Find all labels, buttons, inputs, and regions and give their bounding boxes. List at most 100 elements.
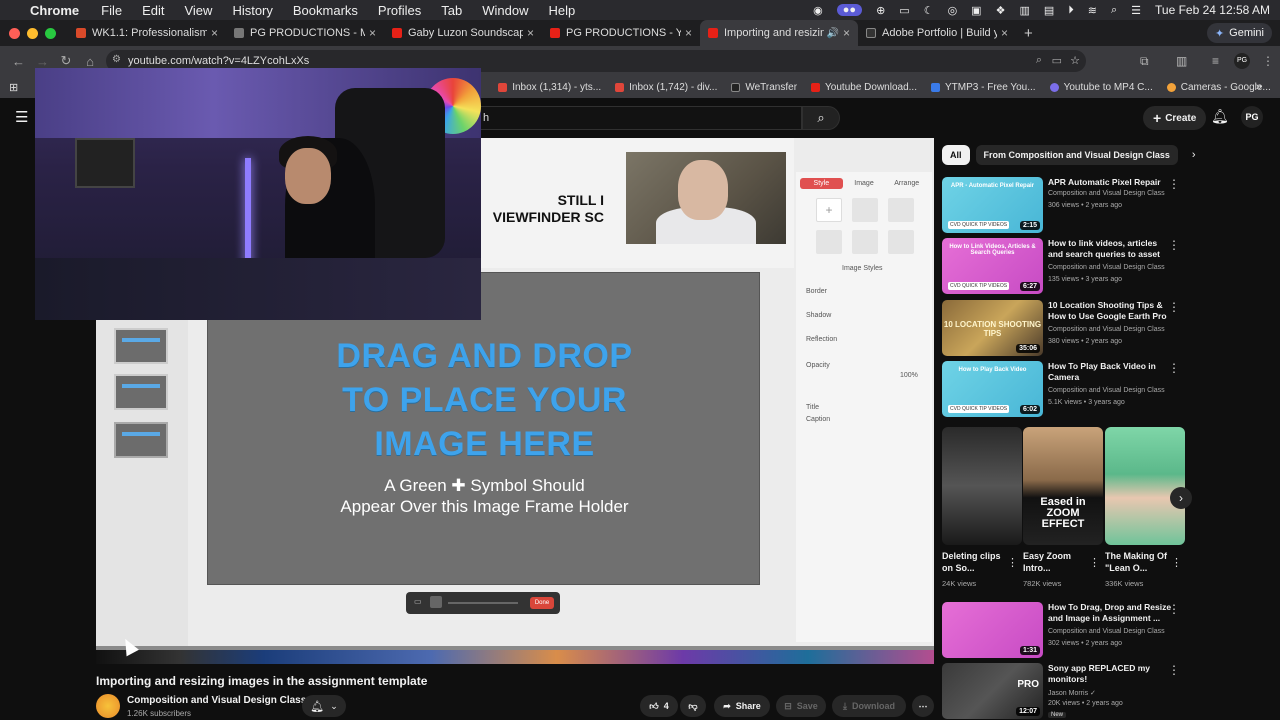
subscription-bell-button[interactable]: 🔔︎ ⌄ bbox=[302, 695, 346, 717]
site-info-icon[interactable]: ⚙ bbox=[112, 54, 121, 65]
more-vertical-icon[interactable]: ⋮ bbox=[1168, 663, 1180, 677]
browser-tab[interactable]: Adobe Portfolio | Build your o× bbox=[858, 20, 1016, 46]
status-icon[interactable]: ▤ bbox=[1044, 4, 1054, 17]
home-icon[interactable]: ⌂ bbox=[84, 54, 96, 69]
menu-window[interactable]: Window bbox=[482, 3, 528, 18]
forward-icon[interactable]: → bbox=[36, 54, 49, 69]
video-thumbnail[interactable]: 1:31 bbox=[942, 602, 1043, 658]
close-tab-icon[interactable]: × bbox=[211, 26, 218, 40]
related-video[interactable]: How to Link Videos, Articles & Search Qu… bbox=[942, 238, 1184, 294]
video-thumbnail[interactable]: 10 LOCATION SHOOTING TIPS 35:06 bbox=[942, 300, 1043, 356]
related-video[interactable]: 1:31 How To Drag, Drop and Resize and Im… bbox=[942, 602, 1184, 658]
status-icon[interactable]: ☾ bbox=[924, 4, 934, 17]
video-progress-bar[interactable] bbox=[96, 650, 934, 664]
menu-profiles[interactable]: Profiles bbox=[378, 3, 421, 18]
search-button[interactable]: ⌕ bbox=[802, 106, 840, 130]
slide-thumbnail[interactable] bbox=[114, 328, 168, 364]
status-icon[interactable]: ⊕ bbox=[876, 4, 885, 17]
menu-tab[interactable]: Tab bbox=[441, 3, 462, 18]
shorts-next-button[interactable]: › bbox=[1170, 487, 1192, 509]
save-button[interactable]: ⊟ Save bbox=[776, 695, 826, 717]
app-menu[interactable]: Chrome bbox=[30, 3, 79, 18]
short-thumbnail[interactable] bbox=[942, 427, 1022, 545]
more-vertical-icon[interactable]: ⋮ bbox=[1089, 556, 1100, 569]
bookmark-item[interactable]: Inbox (1,742) - div... bbox=[615, 82, 717, 93]
more-vertical-icon[interactable]: ⋮ bbox=[1168, 238, 1180, 252]
control-center-icon[interactable]: ☰ bbox=[1131, 4, 1141, 17]
wifi-icon[interactable]: ≋ bbox=[1088, 4, 1097, 17]
short-thumbnail[interactable] bbox=[1105, 427, 1185, 545]
close-tab-icon[interactable]: × bbox=[1001, 26, 1008, 40]
status-pill-icon[interactable]: ●● bbox=[836, 4, 863, 16]
extensions-icon[interactable]: ⧉ bbox=[1140, 54, 1149, 69]
minimize-window-button[interactable] bbox=[27, 27, 38, 39]
bookmark-item[interactable]: YTMP3 - Free You... bbox=[930, 82, 1036, 93]
video-thumbnail[interactable]: APR - Automatic Pixel Repair CVD QUICK TI… bbox=[942, 177, 1043, 233]
menu-edit[interactable]: Edit bbox=[142, 3, 164, 18]
channel-name[interactable]: Composition and Visual Design Class bbox=[127, 695, 306, 706]
datetime[interactable]: Tue Feb 24 12:58 AM bbox=[1155, 3, 1270, 17]
menu-help[interactable]: Help bbox=[549, 3, 576, 18]
video-thumbnail[interactable]: How to Link Videos, Articles & Search Qu… bbox=[942, 238, 1043, 294]
like-button[interactable]: 👍︎ 4 bbox=[640, 695, 678, 717]
video-thumbnail[interactable]: PRO 12:07 bbox=[942, 663, 1043, 719]
related-video[interactable]: PRO 12:07 Sony app REPLACED my monitors! … bbox=[942, 663, 1184, 720]
channel-avatar[interactable] bbox=[96, 694, 120, 718]
more-vertical-icon[interactable]: ⋮ bbox=[1168, 300, 1180, 314]
chevron-right-icon[interactable]: › bbox=[1192, 149, 1196, 161]
share-button[interactable]: ➦ Share bbox=[714, 695, 770, 717]
close-tab-icon[interactable]: × bbox=[527, 26, 534, 40]
hamburger-menu-icon[interactable]: ☰ bbox=[15, 108, 28, 126]
apps-grid-icon[interactable]: ⊞ bbox=[9, 81, 18, 94]
chip-from-channel[interactable]: From Composition and Visual Design Class bbox=[975, 145, 1178, 165]
short-thumbnail[interactable]: Eased in ZOOM EFFECT bbox=[1023, 427, 1103, 545]
status-icon[interactable]: ▭ bbox=[899, 4, 909, 17]
status-icon[interactable]: ◎ bbox=[948, 4, 958, 17]
related-video[interactable]: APR - Automatic Pixel Repair CVD QUICK TI… bbox=[942, 177, 1184, 233]
menu-file[interactable]: File bbox=[101, 3, 122, 18]
new-tab-button[interactable]: + bbox=[1024, 25, 1033, 42]
more-vertical-icon[interactable]: ⋮ bbox=[1168, 177, 1180, 191]
tab-search-icon[interactable]: ≡ bbox=[1212, 54, 1219, 68]
browser-tab[interactable]: PG PRODUCTIONS - My Proje× bbox=[226, 20, 384, 46]
menu-history[interactable]: History bbox=[232, 3, 272, 18]
close-tab-icon[interactable]: × bbox=[685, 26, 692, 40]
search-icon[interactable]: ⌕ bbox=[1111, 4, 1117, 17]
bookmark-item[interactable]: Youtube to MP4 C... bbox=[1049, 82, 1153, 93]
chip-all[interactable]: All bbox=[942, 145, 970, 165]
menu-bookmarks[interactable]: Bookmarks bbox=[293, 3, 358, 18]
video-thumbnail[interactable]: How to Play Back Video CVD QUICK TIP VIDE… bbox=[942, 361, 1043, 417]
more-vertical-icon[interactable]: ⋮ bbox=[1007, 556, 1018, 569]
gemini-button[interactable]: ✦ Gemini bbox=[1206, 23, 1272, 43]
profile-avatar[interactable]: PG bbox=[1234, 53, 1250, 69]
reload-icon[interactable]: ↻ bbox=[60, 53, 72, 69]
notifications-bell-icon[interactable]: 🔔︎ bbox=[1211, 108, 1229, 125]
back-icon[interactable]: ← bbox=[12, 54, 25, 69]
related-video[interactable]: 10 LOCATION SHOOTING TIPS 35:06 10 Locati… bbox=[942, 300, 1184, 356]
zoom-icon[interactable]: ⌕ bbox=[1036, 54, 1042, 67]
more-vertical-icon[interactable]: ⋮ bbox=[1171, 556, 1182, 569]
related-video[interactable]: How to Play Back Video CVD QUICK TIP VIDE… bbox=[942, 361, 1184, 417]
bookmark-item[interactable]: Inbox (1,314) - yts... bbox=[498, 82, 601, 93]
browser-tab[interactable]: WK1.1: Professionalism (Mand× bbox=[68, 20, 226, 46]
more-vertical-icon[interactable]: ⋮ bbox=[1168, 602, 1180, 616]
browser-tab[interactable]: Gaby Luzon Soundscape - Yo× bbox=[384, 20, 542, 46]
dropbox-icon[interactable]: ❖ bbox=[996, 4, 1006, 17]
close-tab-icon[interactable]: × bbox=[843, 26, 850, 40]
browser-tab[interactable]: PG PRODUCTIONS - YouTube× bbox=[542, 20, 700, 46]
status-icon[interactable]: ◉ bbox=[813, 4, 823, 17]
play-icon[interactable]: ⏵ bbox=[1068, 4, 1074, 17]
menu-view[interactable]: View bbox=[184, 3, 212, 18]
slide-thumbnail[interactable] bbox=[114, 374, 168, 410]
more-vertical-icon[interactable]: ⋮ bbox=[1168, 361, 1180, 375]
more-bookmarks-icon[interactable]: » bbox=[1256, 81, 1262, 93]
account-avatar[interactable]: PG bbox=[1241, 106, 1263, 128]
search-input[interactable]: h bbox=[466, 106, 802, 130]
audio-playing-icon[interactable]: 🔊 bbox=[827, 28, 839, 39]
bookmark-item[interactable]: WeTransfer bbox=[731, 82, 797, 93]
side-panel-icon[interactable]: ▥ bbox=[1176, 54, 1187, 68]
status-icon[interactable]: ▣ bbox=[971, 4, 981, 17]
browser-tab-active[interactable]: Importing and resizing im🔊× bbox=[700, 20, 858, 46]
chrome-menu-icon[interactable]: ⋮ bbox=[1262, 54, 1274, 68]
bookmark-star-icon[interactable]: ☆ bbox=[1070, 54, 1080, 67]
